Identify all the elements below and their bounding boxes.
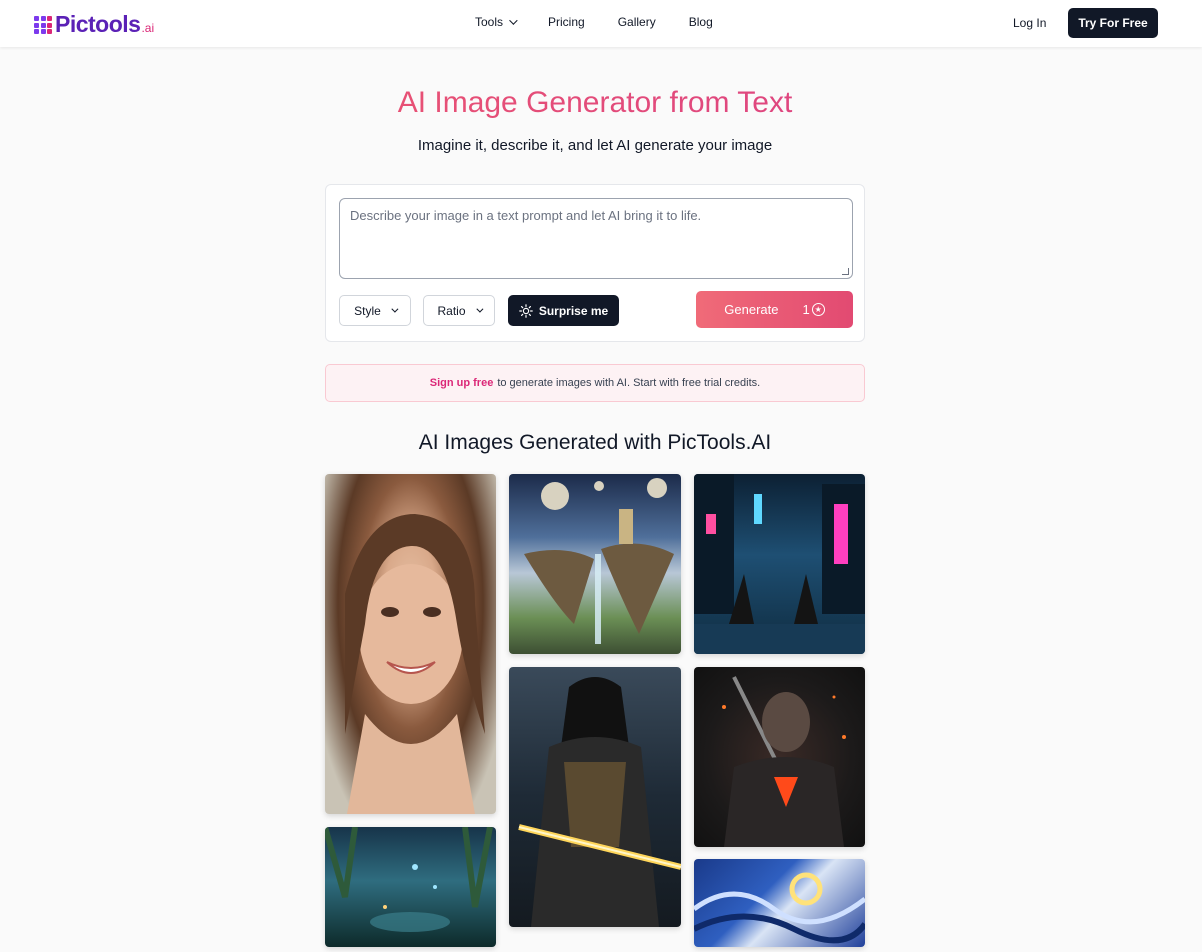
gallery-image-smiling-woman[interactable]	[325, 474, 496, 814]
swirl-illustration	[694, 872, 865, 944]
prompt-placeholder: Describe your image in a text prompt and…	[350, 208, 702, 223]
pictools-logo[interactable]: Pictools .ai	[34, 11, 154, 38]
site-header: Pictools .ai Tools Pricing Gallery Blog …	[0, 0, 1202, 47]
notice-text: to generate images with AI. Start with f…	[497, 377, 761, 389]
login-link[interactable]: Log In	[1013, 16, 1046, 30]
city-illustration	[694, 474, 865, 654]
signup-notice: Sign up free to generate images with AI.…	[325, 364, 865, 402]
prompt-textarea[interactable]: Describe your image in a text prompt and…	[339, 198, 853, 279]
warrior-illustration	[722, 676, 846, 847]
gallery-image-armored-warrior[interactable]	[694, 667, 865, 847]
generate-button[interactable]: Generate 1 ★	[696, 291, 853, 328]
surprise-me-button[interactable]: Surprise me	[508, 295, 619, 326]
chevron-down-icon	[391, 305, 399, 313]
sign-up-link[interactable]: Sign up free	[430, 377, 494, 389]
nav-blog[interactable]: Blog	[689, 15, 713, 29]
gallery-image-cyberpunk-city[interactable]	[694, 474, 865, 654]
gallery-title: AI Images Generated with PicTools.AI	[418, 431, 772, 454]
page-title: AI Image Generator from Text	[0, 86, 1190, 120]
gallery-image-floating-islands[interactable]	[509, 474, 681, 654]
sparkle-sun-icon	[519, 303, 533, 318]
credit-cost-value: 1	[802, 302, 810, 317]
nav-pricing[interactable]: Pricing	[548, 15, 585, 29]
prompt-card: Describe your image in a text prompt and…	[325, 184, 865, 342]
style-label: Style	[354, 303, 381, 318]
generate-label: Generate	[724, 302, 779, 317]
surprise-me-label: Surprise me	[538, 303, 609, 318]
nav-gallery[interactable]: Gallery	[618, 15, 656, 29]
logo-grid-icon	[34, 16, 52, 34]
ratio-dropdown[interactable]: Ratio	[423, 295, 495, 326]
gallery-image-glowing-jungle[interactable]	[325, 827, 496, 947]
jungle-illustration	[325, 827, 493, 932]
nav-tools[interactable]: Tools	[475, 15, 518, 29]
chevron-down-icon	[475, 305, 483, 313]
gallery-image-starry-swirl[interactable]	[694, 859, 865, 947]
credit-coin-icon: ★	[811, 303, 825, 316]
credit-cost: 1 ★	[802, 302, 825, 317]
chevron-down-icon	[509, 16, 518, 25]
knight-illustration	[518, 677, 681, 927]
resize-handle-icon[interactable]	[842, 268, 849, 275]
try-for-free-button[interactable]: Try For Free	[1068, 8, 1158, 38]
page-subtitle: Imagine it, describe it, and let AI gene…	[417, 137, 773, 154]
portrait-illustration	[345, 514, 485, 814]
gallery-image-hooded-knight[interactable]	[509, 667, 681, 927]
logo-text: Pictools	[55, 11, 141, 37]
main-nav: Tools Pricing Gallery Blog	[475, 15, 746, 29]
logo-suffix: .ai	[141, 21, 155, 35]
style-dropdown[interactable]: Style	[339, 295, 411, 326]
ratio-label: Ratio	[437, 303, 466, 318]
islands-illustration	[524, 478, 674, 644]
nav-tools-label: Tools	[475, 15, 504, 29]
